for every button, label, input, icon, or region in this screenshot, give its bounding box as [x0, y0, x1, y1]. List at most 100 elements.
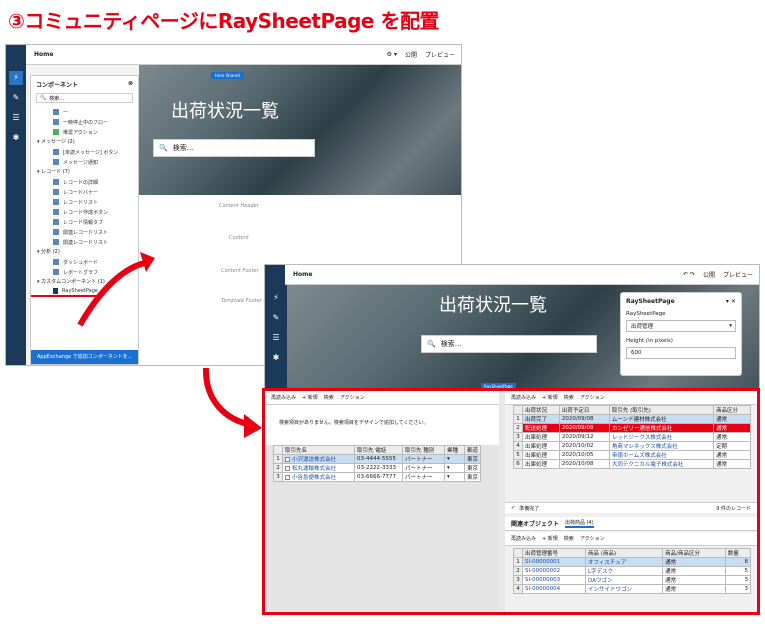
industry-cell[interactable]: ▾: [444, 463, 465, 473]
date-cell[interactable]: 2020/09/08: [558, 414, 610, 424]
action-button[interactable]: アクション: [340, 394, 365, 401]
table-row[interactable]: 3 出庫処理 2020/09/12 レッドジークス株式会社 通常: [513, 432, 751, 442]
table-row[interactable]: 4 SI-00000004 インサイドワゴン 通常 3: [513, 584, 752, 594]
column-header[interactable]: 都道: [463, 445, 482, 455]
date-cell[interactable]: 2020/10/02: [558, 441, 610, 451]
product-cell[interactable]: インサイドワゴン: [585, 584, 664, 594]
column-header[interactable]: 商品区分: [713, 405, 751, 415]
undo-icon[interactable]: ↶ ↷: [683, 271, 695, 278]
reload-button[interactable]: 再読み込み: [511, 394, 536, 401]
category-cell[interactable]: 通常: [713, 432, 751, 442]
region-cell[interactable]: 東京: [463, 454, 482, 464]
table-row[interactable]: 1 出荷完了 2020/09/08 ムーンド建材株式会社 通常: [513, 414, 751, 424]
id-cell[interactable]: SI-00000001: [521, 557, 587, 567]
product-cell[interactable]: オフィスチェア: [585, 557, 664, 567]
account-link[interactable]: 松丸運輸株式会社: [282, 463, 355, 473]
height-input[interactable]: 600: [626, 347, 736, 359]
account-cell[interactable]: ムーンド建材株式会社: [608, 414, 715, 424]
reload-button[interactable]: 再読み込み: [511, 535, 536, 542]
checkbox[interactable]: [285, 466, 290, 471]
category-cell[interactable]: 通常: [713, 459, 751, 469]
status-cell[interactable]: 出庫処理: [522, 441, 560, 451]
pencil-icon[interactable]: ✎: [269, 311, 283, 325]
new-button[interactable]: + 新規: [302, 394, 318, 401]
type-cell[interactable]: パートナー: [402, 454, 445, 464]
type-cell[interactable]: パートナー: [402, 472, 445, 482]
table-row[interactable]: 5 出庫処理 2020/10/05 帝徳ホームズ株式会社 通常: [513, 450, 751, 460]
preview-button[interactable]: プレビュー: [723, 270, 753, 279]
column-header[interactable]: 取引先名: [282, 445, 355, 455]
app-menu-icon[interactable]: [265, 265, 285, 285]
action-button[interactable]: アクション: [580, 394, 605, 401]
phone-cell[interactable]: 03-4444-5555: [354, 454, 403, 464]
phone-cell[interactable]: 03-2222-3333: [354, 463, 403, 473]
column-header[interactable]: 取引先 電話: [354, 445, 403, 455]
column-header[interactable]: 取引先 (取引先): [608, 405, 715, 415]
category-cell[interactable]: 通常: [662, 557, 726, 567]
column-header[interactable]: 出荷予定日: [558, 405, 610, 415]
category-cell[interactable]: 通常: [713, 414, 751, 424]
region-cell[interactable]: 東京: [463, 472, 482, 482]
lightning-icon[interactable]: ⚡: [269, 291, 283, 305]
checkbox[interactable]: [285, 457, 290, 462]
account-link[interactable]: 小谷急便株式会社: [282, 472, 355, 482]
account-cell[interactable]: レッドジークス株式会社: [608, 432, 715, 442]
list-icon[interactable]: ☰: [269, 331, 283, 345]
search-button[interactable]: 検索: [324, 394, 334, 401]
type-cell[interactable]: パートナー: [402, 463, 445, 473]
column-header[interactable]: 商品/商品区分: [662, 548, 726, 558]
checkbox[interactable]: [285, 475, 290, 480]
search-button[interactable]: 検索: [564, 535, 574, 542]
account-cell[interactable]: 大同テクニカル電子株式会社: [608, 459, 715, 469]
table-row[interactable]: 2 SI-00000002 L字デスク 通常 5: [513, 566, 752, 576]
account-link[interactable]: 小沢運送株式会社: [282, 454, 355, 464]
status-cell[interactable]: 出庫処理: [522, 432, 560, 442]
qty-cell[interactable]: 8: [724, 557, 752, 567]
table-row[interactable]: 2 配送処理 2020/09/08 カンゼリー通信株式会社 通常: [513, 423, 751, 433]
qty-cell[interactable]: 5: [724, 566, 752, 576]
related-tab[interactable]: 出荷商品 (4): [565, 519, 594, 528]
table-row[interactable]: 3 小谷急便株式会社 03-6666-7777 パートナー ▾ 東京: [273, 472, 482, 482]
table-row[interactable]: 6 出庫処理 2020/10/08 大同テクニカル電子株式会社 通常: [513, 459, 751, 469]
publish-button[interactable]: 公開: [703, 270, 715, 279]
id-cell[interactable]: SI-00000003: [521, 575, 587, 585]
category-cell[interactable]: 定期: [713, 441, 751, 451]
qty-cell[interactable]: 3: [724, 584, 752, 594]
category-cell[interactable]: 通常: [662, 584, 726, 594]
industry-cell[interactable]: ▾: [444, 454, 465, 464]
page-selector[interactable]: Home: [293, 271, 312, 278]
industry-cell[interactable]: ▾: [444, 472, 465, 482]
column-header[interactable]: 取引先 種別: [402, 445, 445, 455]
table-row[interactable]: 3 SI-00000003 OAワゴン 通常 3: [513, 575, 752, 585]
date-cell[interactable]: 2020/09/08: [558, 423, 610, 433]
table-row[interactable]: 1 小沢運送株式会社 03-4444-5555 パートナー ▾ 東京: [273, 454, 482, 464]
date-cell[interactable]: 2020/10/05: [558, 450, 610, 460]
reload-button[interactable]: 再読み込み: [271, 394, 296, 401]
category-cell[interactable]: 通常: [713, 450, 751, 460]
status-cell[interactable]: 出庫処理: [522, 450, 560, 460]
id-cell[interactable]: SI-00000004: [521, 584, 587, 594]
account-cell[interactable]: カンゼリー通信株式会社: [608, 423, 715, 433]
table-row[interactable]: 4 出庫処理 2020/10/02 角商マシネックス株式会社 定期: [513, 441, 751, 451]
product-cell[interactable]: OAワゴン: [585, 575, 664, 585]
account-cell[interactable]: 帝徳ホームズ株式会社: [608, 450, 715, 460]
date-cell[interactable]: 2020/10/08: [558, 459, 610, 469]
object-select[interactable]: 出荷管理 ▾: [626, 320, 736, 332]
column-header[interactable]: 商品 (商品): [585, 548, 664, 558]
category-cell[interactable]: 通常: [713, 423, 751, 433]
column-header[interactable]: 数量: [724, 548, 752, 558]
search-button[interactable]: 検索: [564, 394, 574, 401]
gear-icon[interactable]: ✱: [269, 351, 283, 365]
date-cell[interactable]: 2020/09/12: [558, 432, 610, 442]
id-cell[interactable]: SI-00000002: [521, 566, 587, 576]
account-cell[interactable]: 角商マシネックス株式会社: [608, 441, 715, 451]
action-button[interactable]: アクション: [580, 535, 605, 542]
column-header[interactable]: 出荷管理番号: [521, 548, 587, 558]
category-cell[interactable]: 通常: [662, 575, 726, 585]
table-row[interactable]: 1 SI-00000001 オフィスチェア 通常 8: [513, 557, 752, 567]
column-header[interactable]: 出荷状況: [522, 405, 560, 415]
status-cell[interactable]: 出庫処理: [522, 459, 560, 469]
table-row[interactable]: 2 松丸運輸株式会社 03-2222-3333 パートナー ▾ 東京: [273, 463, 482, 473]
hero-search-input[interactable]: 🔍 検索...: [421, 335, 597, 353]
product-cell[interactable]: L字デスク: [585, 566, 664, 576]
